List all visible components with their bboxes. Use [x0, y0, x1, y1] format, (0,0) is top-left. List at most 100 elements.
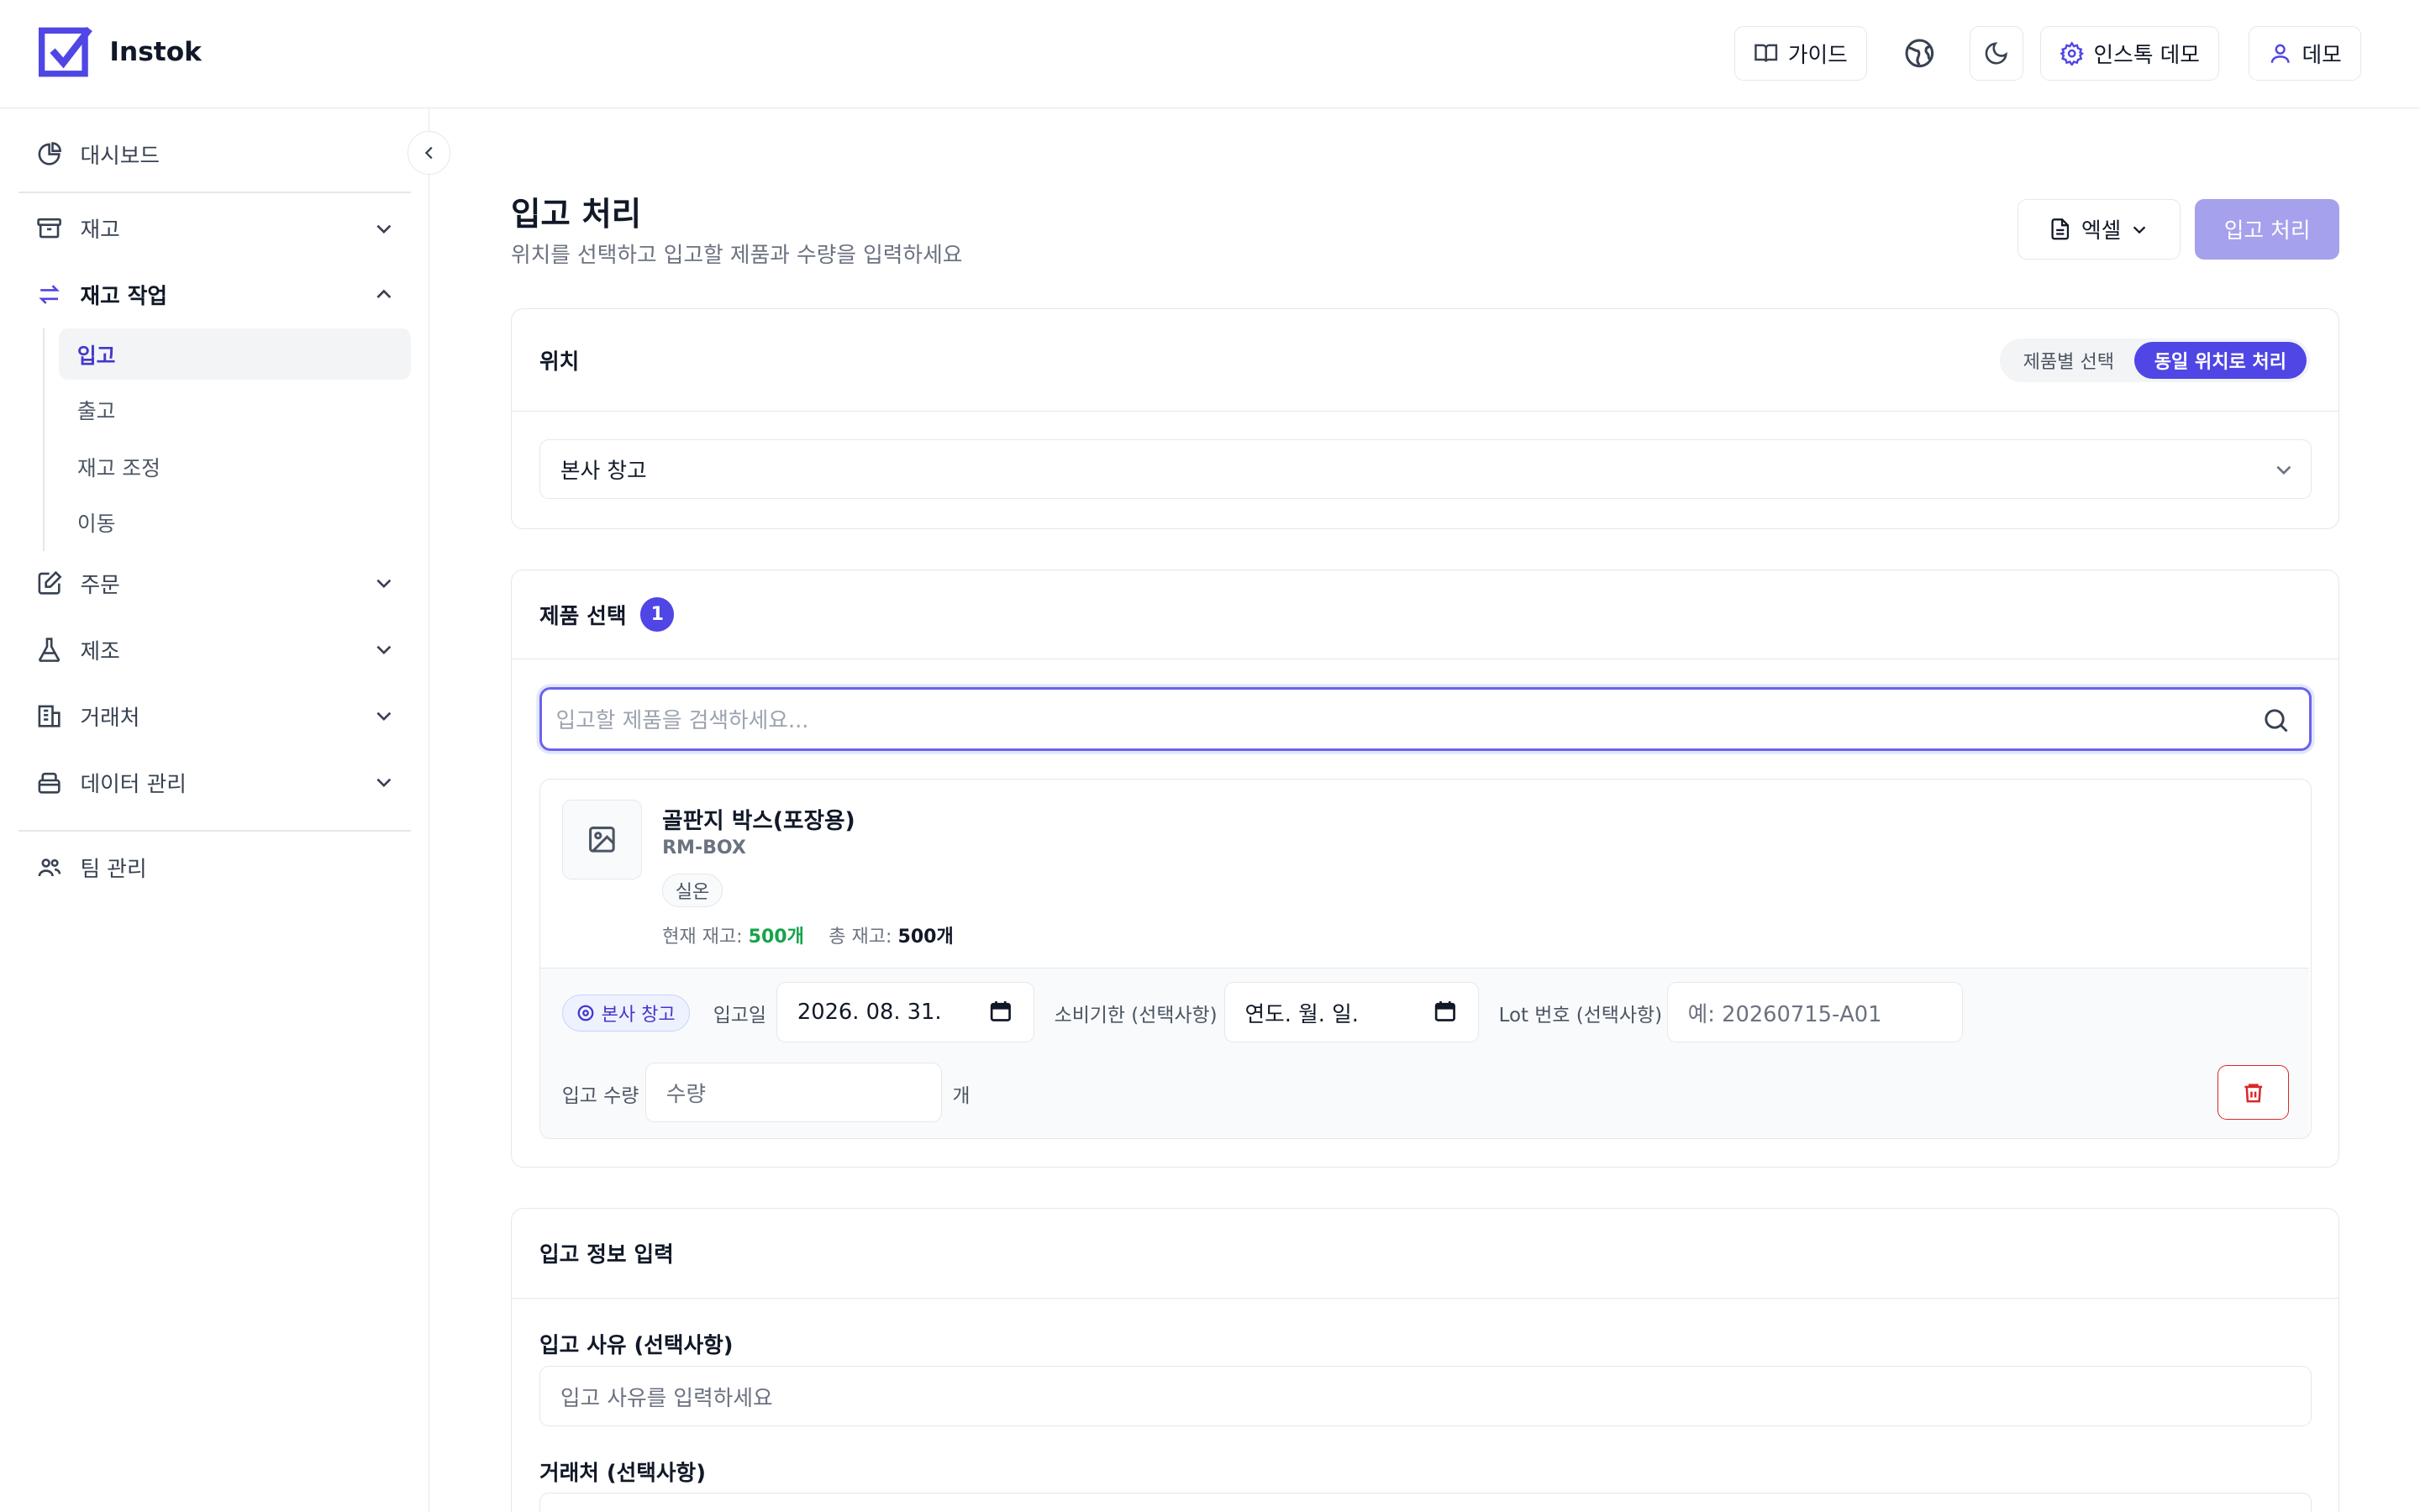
receiving-info-card: 입고 정보 입력 입고 사유 (선택사항) 입고 사유를 입력하세요 거래처 (… [510, 1208, 2340, 1512]
received-date-value: 2026. 08. 31. [797, 1000, 942, 1026]
product-stock-info: 현재 재고: 500개 총 재고: 500개 [662, 921, 954, 948]
app-logo[interactable]: Instok [38, 24, 202, 80]
sidebar-subitem-adjustment[interactable]: 재고 조정 [59, 441, 411, 492]
pie-chart-icon [38, 142, 62, 165]
sidebar-label-inventory: 재고 [80, 218, 120, 244]
guide-button[interactable]: 가이드 [1734, 26, 1867, 81]
product-thumbnail [561, 799, 643, 880]
language-button[interactable] [1892, 26, 1946, 80]
location-select[interactable]: 본사 창고 [539, 438, 2312, 500]
book-icon [1754, 44, 1778, 62]
sidebar-item-team[interactable]: 팀 관리 [18, 839, 411, 895]
location-mode-toggle: 제품별 선택 동일 위치로 처리 [2000, 339, 2310, 382]
file-icon [2051, 218, 2070, 240]
flask-icon [39, 637, 60, 662]
location-pill: 본사 창고 [561, 994, 691, 1032]
page-title: 입고 처리 [510, 196, 642, 234]
user-icon [2270, 44, 2290, 63]
excel-dropdown-button[interactable]: 엑셀 [2017, 198, 2181, 260]
sidebar-label-orders: 주문 [80, 572, 120, 598]
product-search-input[interactable]: 입고할 제품을 검색하세요... [539, 687, 2312, 751]
storage-tag: 실온 [662, 873, 723, 908]
product-input-area: 본사 창고 입고일 2026. 08. 31. 소비기한 (선택사항) 연도. … [539, 967, 2309, 1139]
sidebar-item-orders[interactable]: 주문 [18, 555, 411, 611]
sidebar-label-partners: 거래처 [80, 705, 140, 731]
chevron-down-icon [376, 224, 392, 234]
edit-document-icon [38, 570, 62, 595]
total-stock-value: 500개 [897, 926, 954, 948]
gear-icon [2060, 40, 2085, 66]
quantity-label: 입고 수량 [561, 1084, 639, 1107]
expiry-date-value: 연도. 월. 일. [1244, 1001, 1359, 1027]
calendar-icon [991, 1001, 1012, 1022]
seg-option-same-location[interactable]: 동일 위치로 처리 [2133, 341, 2307, 379]
received-date-label: 입고일 [713, 1005, 766, 1027]
subitem-label: 입고 [76, 343, 116, 368]
location-card-title: 위치 [539, 349, 580, 375]
sidebar-item-manufacturing[interactable]: 제조 [18, 622, 411, 677]
info-card-title: 입고 정보 입력 [539, 1242, 674, 1268]
location-pill-label: 본사 창고 [601, 1005, 676, 1026]
sidebar-item-stock-ops[interactable]: 재고 작업 [18, 267, 411, 323]
theme-toggle-button[interactable] [1969, 26, 2023, 81]
reason-input[interactable]: 입고 사유를 입력하세요 [539, 1366, 2312, 1427]
sidebar-item-partners[interactable]: 거래처 [18, 688, 411, 743]
reason-label: 입고 사유 (선택사항) [539, 1332, 734, 1358]
sidebar-label-data-management: 데이터 관리 [80, 771, 187, 797]
quantity-input[interactable]: 수량 [644, 1062, 942, 1123]
excel-label: 엑셀 [2081, 218, 2122, 244]
total-stock-label: 총 재고: [829, 926, 892, 948]
chevron-down-icon [376, 712, 392, 722]
subitem-label: 이동 [76, 511, 116, 536]
product-name: 골판지 박스(포장용) [662, 808, 855, 835]
chevron-down-icon [376, 779, 392, 788]
chevron-left-icon [424, 146, 433, 160]
partner-label: 거래처 (선택사항) [539, 1460, 706, 1486]
top-header: Instok 가이드 인스톡 데모 데모 [0, 0, 2420, 108]
user-label: 데모 [2302, 42, 2342, 68]
chevron-up-icon [376, 289, 392, 298]
sidebar-item-data-management[interactable]: 데이터 관리 [18, 754, 411, 810]
submit-receiving-button[interactable]: 입고 처리 [2194, 198, 2340, 260]
product-sku: RM-BOX [662, 837, 746, 859]
company-settings-button[interactable]: 인스톡 데모 [2040, 26, 2219, 81]
received-date-input[interactable]: 2026. 08. 31. [776, 982, 1034, 1042]
search-icon [2264, 709, 2288, 732]
chevron-down-icon [2133, 226, 2146, 234]
image-icon [589, 827, 615, 853]
product-card-title: 제품 선택 [539, 603, 627, 629]
sidebar-item-inventory[interactable]: 재고 [18, 201, 411, 256]
app-root: Instok 가이드 인스톡 데모 데모 대시보드 재고 재고 작업 입고 출고… [0, 0, 2420, 1512]
expiry-date-input[interactable]: 연도. 월. 일. [1223, 982, 1479, 1042]
submit-label: 입고 처리 [2223, 218, 2311, 244]
sidebar-label-team: 팀 관리 [80, 856, 147, 882]
sidebar-collapse-button[interactable] [407, 131, 451, 175]
subitem-label: 재고 조정 [76, 455, 160, 480]
current-stock-label: 현재 재고: [662, 926, 743, 948]
location-card-header: 위치 제품별 선택 동일 위치로 처리 [511, 309, 2339, 412]
product-card-header: 제품 선택 1 [511, 570, 2339, 660]
sidebar-subitem-transfer[interactable]: 이동 [59, 496, 411, 548]
database-icon [38, 772, 60, 794]
page-subtitle: 위치를 선택하고 입고할 제품과 수량을 입력하세요 [510, 242, 963, 268]
lot-number-input[interactable]: 예: 20260715-A01 [1666, 982, 1964, 1042]
sidebar-subitem-receiving[interactable]: 입고 [58, 328, 411, 380]
location-select-value: 본사 창고 [560, 458, 647, 484]
users-icon [38, 858, 61, 876]
sidebar-item-dashboard[interactable]: 대시보드 [18, 127, 411, 182]
subitem-label: 출고 [76, 398, 116, 423]
sidebar-subitem-shipping[interactable]: 출고 [59, 384, 411, 435]
product-count-badge: 1 [640, 597, 675, 632]
user-menu-button[interactable]: 데모 [2249, 26, 2361, 81]
trash-icon [2244, 1084, 2263, 1103]
building-icon [38, 705, 60, 727]
seg-option-per-product[interactable]: 제품별 선택 [2003, 342, 2134, 379]
sidebar-label-manufacturing: 제조 [80, 638, 120, 664]
delete-product-button[interactable] [2217, 1065, 2289, 1120]
partner-select[interactable] [539, 1493, 2312, 1512]
arrows-swap-icon [39, 285, 60, 305]
submenu-guide-line [43, 328, 45, 551]
archive-icon [37, 218, 62, 239]
quantity-unit: 개 [952, 1084, 971, 1107]
reason-placeholder: 입고 사유를 입력하세요 [560, 1385, 773, 1411]
